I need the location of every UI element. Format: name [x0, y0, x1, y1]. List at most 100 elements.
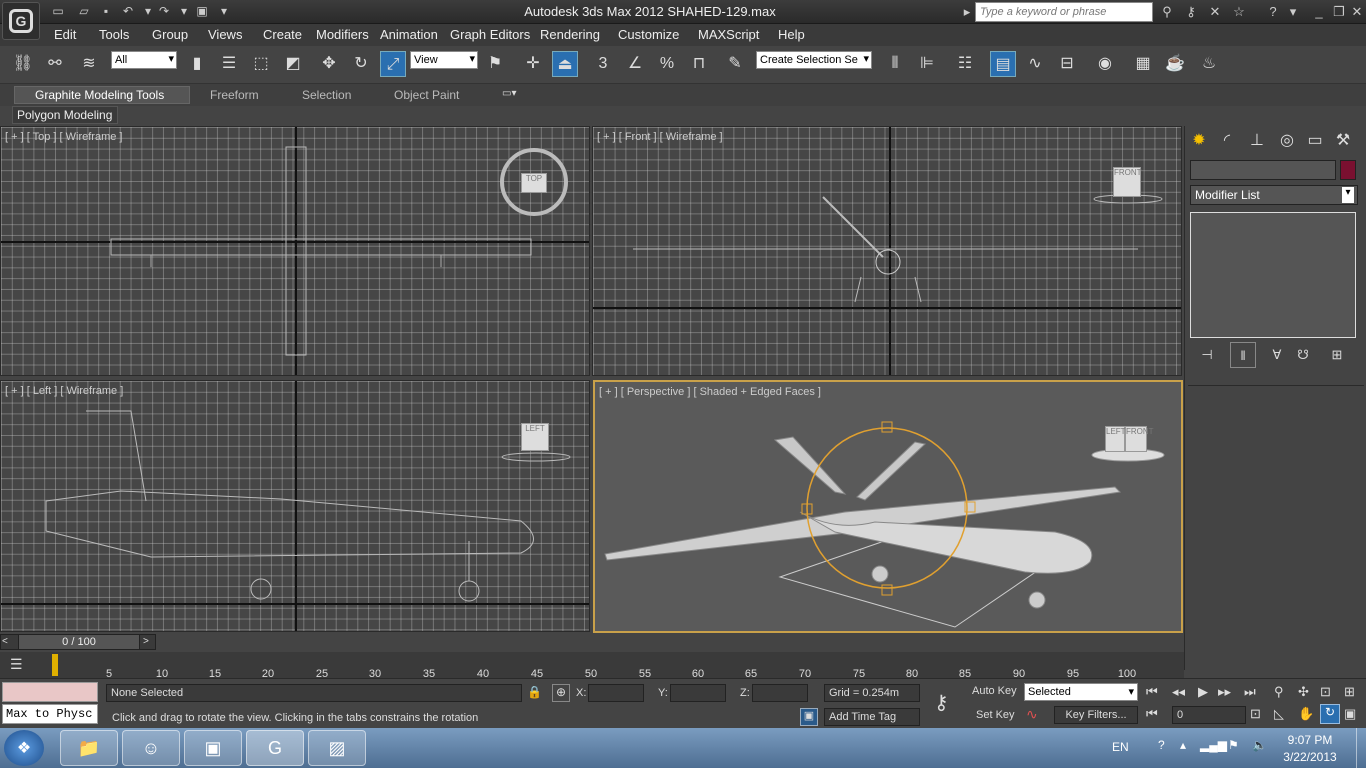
menu-tools[interactable]: Tools [99, 27, 129, 42]
search-expand-icon[interactable]: ▸ [958, 3, 976, 21]
previous-frame-icon[interactable]: ◂◂ [1172, 684, 1185, 700]
percent-snap-icon[interactable]: % [654, 51, 680, 77]
key-mode-toggle-icon[interactable]: ⏮ [1146, 706, 1158, 722]
material-editor-icon[interactable]: ◉ [1092, 51, 1118, 77]
next-frame-icon[interactable]: ▸▸ [1218, 684, 1231, 700]
rendered-frame-window-icon[interactable]: ☕ [1162, 51, 1188, 77]
select-object-icon[interactable]: ▮ [184, 51, 210, 77]
angle-snap-icon[interactable]: ∠ [622, 51, 648, 77]
current-frame-field[interactable]: 0 [1172, 706, 1246, 724]
network-signal-icon[interactable]: ▂▄▆ [1200, 738, 1227, 752]
viewcube-left[interactable]: LEFT [521, 423, 549, 451]
modify-tab-icon[interactable]: ◜ [1214, 128, 1240, 154]
close-icon[interactable]: ✕ [1348, 3, 1366, 21]
quick-access-dropdown-icon[interactable]: ▾ [216, 3, 232, 19]
favorites-star-icon[interactable]: ☆ [1230, 3, 1248, 21]
tab-freeform[interactable]: Freeform [210, 88, 259, 102]
time-slider-prev-icon[interactable]: < [2, 636, 14, 648]
viewport-label-front[interactable]: [ + ] [ Front ] [ Wireframe ] [597, 131, 723, 143]
clock-time[interactable]: 9:07 PM [1270, 733, 1350, 747]
modifier-stack[interactable] [1190, 212, 1356, 338]
help-dropdown-icon[interactable]: ▾ [1284, 3, 1302, 21]
undo-icon[interactable]: ↶ [120, 3, 136, 19]
time-configuration-icon[interactable]: ⊡ [1250, 706, 1261, 722]
menu-edit[interactable]: Edit [54, 27, 76, 42]
mirror-icon[interactable]: ⫴ [882, 51, 908, 77]
help-icon[interactable]: ? [1264, 3, 1282, 21]
search-input[interactable]: Type a keyword or phrase [975, 2, 1153, 22]
viewcube-persp-left[interactable]: LEFT [1105, 426, 1126, 452]
viewport-top[interactable]: TOP [ + ] [ Top ] [ Wireframe ] [0, 126, 590, 376]
tray-expand-icon[interactable]: ▴ [1180, 738, 1186, 752]
undo-dropdown-icon[interactable]: ▾ [140, 3, 156, 19]
add-time-tag-button[interactable]: Add Time Tag [824, 708, 920, 726]
tab-selection[interactable]: Selection [302, 88, 351, 102]
menu-create[interactable]: Create [263, 27, 302, 42]
scale-icon[interactable]: ⤢ [380, 51, 406, 77]
modifier-list-dropdown[interactable]: Modifier List ▾ [1190, 185, 1358, 205]
align-icon[interactable]: ⊫ [914, 51, 940, 77]
set-key-button[interactable]: Set Key [976, 709, 1015, 721]
polygon-modeling-panel[interactable]: Polygon Modeling [12, 106, 118, 124]
default-tangent-icon[interactable]: ∿ [1026, 706, 1048, 726]
keyboard-shortcut-override-icon[interactable]: ⏏ [552, 51, 578, 77]
viewport-perspective[interactable]: LEFT FRONT [ + ] [ Perspective ] [ Shade… [593, 380, 1183, 633]
viewport-left[interactable]: LEFT [ + ] [ Left ] [ Wireframe ] [0, 380, 590, 632]
taskbar-computer-icon[interactable]: ▣ [184, 730, 242, 766]
go-to-end-icon[interactable]: ⏭ [1244, 684, 1256, 700]
menu-help[interactable]: Help [778, 27, 805, 42]
show-desktop-button[interactable] [1356, 728, 1366, 768]
pin-stack-icon[interactable]: ⊣ [1194, 342, 1220, 368]
save-icon[interactable]: ▪ [98, 3, 114, 19]
menu-group[interactable]: Group [152, 27, 188, 42]
taskbar-3dsmax-icon[interactable]: G [246, 730, 304, 766]
motion-tab-icon[interactable]: ◎ [1274, 128, 1300, 154]
maxscript-mini-listener[interactable]: Max to Physc [2, 704, 98, 724]
minimize-icon[interactable]: _ [1310, 3, 1328, 21]
tab-object-paint[interactable]: Object Paint [394, 88, 459, 102]
reference-coordinate-dropdown[interactable]: View [410, 51, 478, 69]
viewport-label-perspective[interactable]: [ + ] [ Perspective ] [ Shaded + Edged F… [599, 386, 821, 398]
named-selection-dropdown[interactable]: Create Selection Se [756, 51, 872, 69]
create-tab-icon[interactable]: ✹ [1186, 128, 1212, 154]
rotate-icon[interactable]: ↻ [348, 51, 374, 77]
zoom-extents-all-icon[interactable]: ⊞ [1344, 684, 1355, 700]
snaps-toggle-icon[interactable]: 3 [590, 51, 616, 77]
viewcube-front[interactable]: FRONT [1113, 167, 1142, 197]
pivot-center-icon[interactable]: ⚑ [482, 51, 508, 77]
new-file-icon[interactable]: ▭ [50, 3, 66, 19]
maximize-viewport-icon[interactable]: ▣ [1344, 706, 1356, 722]
unlink-icon[interactable]: ⚯ [42, 51, 68, 77]
start-button[interactable]: ❖ [4, 730, 44, 766]
redo-dropdown-icon[interactable]: ▾ [176, 3, 192, 19]
zoom-all-icon[interactable]: ✣ [1298, 684, 1309, 700]
project-folder-icon[interactable]: ▣ [194, 3, 210, 19]
show-end-result-icon[interactable]: ‖ [1230, 342, 1256, 368]
layer-manager-icon[interactable]: ☷ [952, 51, 978, 77]
menu-animation[interactable]: Animation [380, 27, 438, 42]
remove-modifier-icon[interactable]: ☋ [1290, 342, 1316, 368]
zoom-icon[interactable]: ⚲ [1274, 684, 1284, 700]
viewcube-top[interactable]: TOP [521, 173, 547, 193]
volume-icon[interactable]: 🔈 [1252, 738, 1267, 752]
key-filters-button[interactable]: Key Filters... [1054, 706, 1138, 724]
select-and-link-icon[interactable]: ⛓ [10, 51, 36, 77]
curve-editor-icon[interactable]: ∿ [1022, 51, 1048, 77]
selection-lock-icon[interactable]: 🔒 [527, 685, 542, 699]
time-tag-icon[interactable]: ▣ [800, 708, 818, 726]
time-slider-thumb[interactable]: 0 / 100 [18, 634, 140, 650]
communication-center-icon[interactable]: ✕ [1206, 3, 1224, 21]
graphite-toggle-icon[interactable]: ▤ [990, 51, 1016, 77]
schematic-view-icon[interactable]: ⊟ [1054, 51, 1080, 77]
select-by-name-icon[interactable]: ☰ [216, 51, 242, 77]
configure-modifier-sets-icon[interactable]: ⊞ [1324, 342, 1350, 368]
window-crossing-icon[interactable]: ◩ [280, 51, 306, 77]
bind-space-warp-icon[interactable]: ≋ [76, 51, 102, 77]
z-coordinate-field[interactable] [752, 684, 808, 702]
go-to-start-icon[interactable]: ⏮ [1146, 684, 1158, 700]
orbit-icon[interactable]: ↻ [1320, 704, 1340, 724]
zoom-extents-icon[interactable]: ⊡ [1320, 684, 1331, 700]
manipulate-icon[interactable]: ✛ [520, 51, 546, 77]
make-unique-icon[interactable]: ∀ [1264, 342, 1290, 368]
pan-view-icon[interactable]: ✋ [1298, 706, 1314, 722]
